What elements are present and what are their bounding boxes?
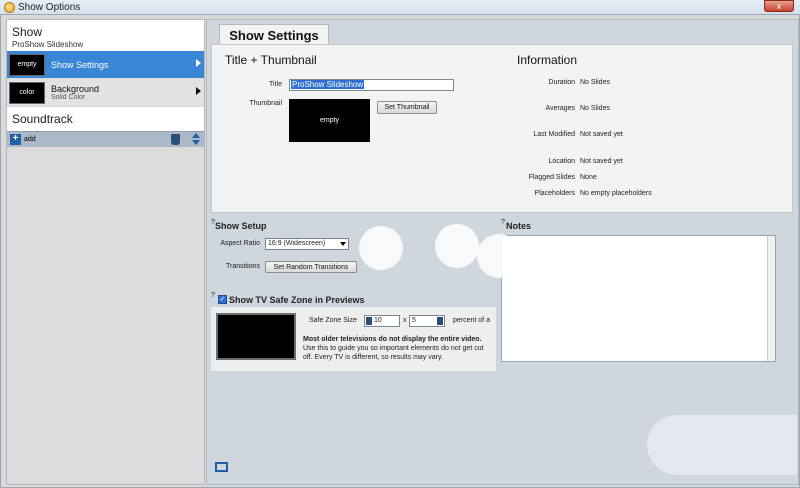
safe-zone-info-bold: Most older televisions do not display th… [303,336,482,343]
info-label: Duration [548,79,575,86]
aspect-ratio-value: 16:9 (Widescreen) [268,240,326,247]
notes-heading: Notes [506,221,532,231]
x-label: x [403,317,407,324]
safe-zone-width-input[interactable]: 10 [364,315,400,327]
reorder-icon[interactable] [192,133,200,146]
help-icon[interactable]: ? [501,219,505,226]
info-label: Last Modified [533,131,575,138]
window-title: Show Options [18,1,81,13]
title-thumbnail-heading: Title + Thumbnail [225,53,317,67]
chevron-right-icon [196,59,201,67]
chevron-right-icon [196,87,201,95]
info-label: Averages [545,105,575,112]
sidebar-soundtrack[interactable]: Soundtrack [7,107,204,131]
title-label: Title [269,81,282,88]
safe-zone-checkbox[interactable]: ✓ [218,295,227,304]
watermark-blob [359,226,403,270]
add-icon[interactable]: + [10,134,21,145]
set-random-transitions-button[interactable]: Set Random Transitions [265,261,357,273]
window-frame: Show ProShow Slideshow empty Show Settin… [0,14,800,488]
info-value: No Slides [580,79,610,86]
notes-scrollbar[interactable] [767,236,775,361]
info-value: Not saved yet [580,131,623,138]
sidebar-show-subtitle: ProShow Slideshow [12,40,84,49]
help-icon[interactable]: ? [211,292,215,299]
show-setup-heading: Show Setup [215,221,267,231]
info-label: Placeholders [534,190,575,197]
information-heading: Information [517,53,578,67]
safe-zone-heading: Show TV Safe Zone in Previews [229,295,365,305]
info-value: No Slides [580,105,610,112]
info-value: Not saved yet [580,158,623,165]
thumbnail-label: Thumbnail [249,100,282,107]
spinner-icon[interactable] [366,317,372,325]
tv-preview [216,313,296,360]
height-value: 5 [412,317,416,324]
info-value: None [580,174,597,181]
tab-show-settings[interactable]: Show Settings [219,24,329,45]
sidebar-show-title: Show [12,25,43,39]
title-info-panel: Title + Thumbnail Title ProShow Slidesho… [211,44,793,213]
sidebar: Show ProShow Slideshow empty Show Settin… [6,19,205,485]
preview-icon[interactable] [215,462,228,472]
aspect-ratio-label: Aspect Ratio [220,240,260,247]
chevron-down-icon [340,242,346,246]
info-label: Location [548,158,575,165]
width-value: 10 [374,317,382,324]
safe-zone-height-input[interactable]: 5 [409,315,445,327]
set-thumbnail-button[interactable]: Set Thumbnail [377,101,437,114]
title-input[interactable]: ProShow Slideshow [289,79,454,91]
sidebar-thumb: empty [9,53,45,76]
app-icon [4,1,15,13]
thumbnail-preview[interactable]: empty [289,99,370,142]
title-bar: Show Options x [0,0,800,14]
sidebar-item-label: Background [51,84,100,94]
safe-zone-panel: ? ✓ Show TV Safe Zone in Previews Safe Z… [211,292,496,372]
percent-label: percent of a [453,317,490,324]
sidebar-show-header: Show ProShow Slideshow [7,20,204,51]
sidebar-item-background[interactable]: color Background Solid Color [7,79,204,106]
watermark-blob [477,234,521,278]
sidebar-item-label: Show Settings [51,59,109,70]
info-value: No empty placeholders [580,190,652,197]
add-label[interactable]: add [24,136,36,143]
watermark-haze [647,415,797,475]
spinner-icon[interactable] [437,317,443,325]
safe-zone-content: Safe Zone Size 10 x 5 percent of a Most … [211,307,496,371]
sidebar-item-sublabel: Solid Color [51,94,86,101]
aspect-ratio-select[interactable]: 16:9 (Widescreen) [265,238,349,250]
main-panel: Show Settings Title + Thumbnail Title Pr… [206,19,799,485]
safe-zone-info: Most older televisions do not display th… [303,335,493,362]
sidebar-thumb: color [9,81,45,104]
info-label: Flagged Slides [528,174,575,181]
safe-zone-info-text: Use this to guide you so important eleme… [303,345,484,361]
watermark-blob [435,224,479,268]
transitions-label: Transitions [226,263,260,270]
sidebar-item-show-settings[interactable]: empty Show Settings [7,51,204,78]
notes-textarea[interactable] [501,235,776,362]
safe-zone-size-label: Safe Zone Size [309,317,357,324]
trash-icon[interactable] [171,134,180,145]
close-button[interactable]: x [764,0,794,12]
title-value: ProShow Slideshow [291,80,365,89]
soundtrack-toolbar: + add [7,131,204,147]
